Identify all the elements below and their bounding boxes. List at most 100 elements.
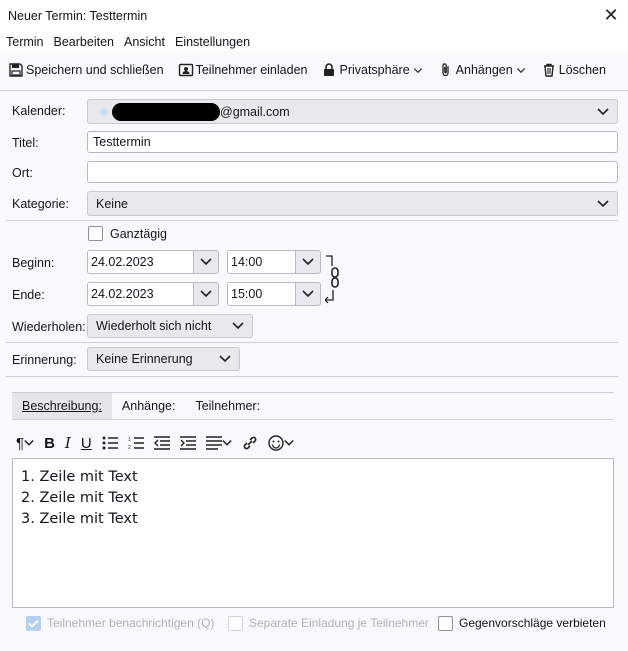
underline-icon[interactable]: U: [81, 435, 92, 452]
no-counter-checkbox[interactable]: [438, 615, 453, 631]
attach-button[interactable]: Anhängen: [438, 62, 527, 78]
trash-icon: [543, 63, 554, 77]
separate-label: Separate Einladung je Teilnehmer: [249, 616, 429, 630]
category-select[interactable]: Keine: [87, 191, 618, 216]
invite-attendees-label: Teilnehmer einladen: [195, 63, 308, 77]
calendar-value: @gmail.com: [220, 104, 290, 119]
title-bar: Neuer Termin: Testtermin ✕: [0, 0, 628, 32]
repeat-value: Wiederholt sich nicht: [96, 319, 212, 333]
delete-button[interactable]: Löschen: [541, 62, 606, 78]
end-date-picker[interactable]: 24.02.2023: [87, 282, 219, 306]
calendar-select[interactable]: @gmail.com: [87, 99, 618, 124]
divider: [6, 376, 618, 377]
category-label: Kategorie:: [12, 197, 69, 211]
link-icon[interactable]: [242, 435, 258, 451]
smiley-icon[interactable]: [267, 435, 294, 451]
calendar-dot-icon: [100, 107, 108, 116]
chevron-down-icon: [302, 258, 314, 266]
notify-attendees-option[interactable]: Teilnehmer benachrichtigen (Q): [26, 614, 214, 632]
separate-checkbox[interactable]: [228, 615, 243, 631]
end-time-picker[interactable]: 15:00: [227, 282, 321, 306]
repeat-label: Wiederholen:: [12, 320, 86, 334]
no-counter-proposals-option[interactable]: Gegenvorschläge verbieten: [438, 614, 606, 632]
notify-checkbox[interactable]: [26, 615, 41, 631]
start-date-picker[interactable]: 24.02.2023: [87, 250, 219, 274]
chevron-down-icon: [200, 290, 212, 298]
toolbar: Speichern und schließen Teilnehmer einla…: [0, 56, 628, 84]
align-icon[interactable]: [205, 436, 232, 450]
indent-icon[interactable]: [179, 436, 196, 450]
contact-card-icon: [178, 63, 193, 77]
chevron-down-icon: [597, 107, 609, 116]
numbered-list-icon[interactable]: 12: [128, 436, 144, 450]
redacted-block: [112, 102, 220, 121]
tab-description-label: Beschreibung:: [22, 399, 102, 413]
category-value: Keine: [96, 196, 128, 211]
chevron-down-icon: [200, 258, 212, 266]
menu-ansicht[interactable]: Ansicht: [124, 35, 165, 49]
end-label: Ende:: [12, 288, 45, 302]
tab-description[interactable]: Beschreibung:: [12, 393, 112, 419]
bold-icon[interactable]: B: [44, 435, 55, 452]
start-time-input[interactable]: 14:00: [227, 250, 295, 274]
location-label: Ort:: [12, 166, 33, 180]
divider: [6, 220, 618, 221]
title-input[interactable]: Testtermin: [87, 131, 618, 153]
allday-label: Ganztägig: [110, 227, 167, 241]
chain-link-icon[interactable]: [325, 254, 341, 304]
separate-invitation-option[interactable]: Separate Einladung je Teilnehmer: [228, 614, 429, 632]
allday-checkbox[interactable]: [88, 226, 103, 241]
close-icon[interactable]: ✕: [602, 6, 620, 24]
reminder-select[interactable]: Keine Erinnerung: [87, 347, 240, 371]
bullet-list-icon[interactable]: [102, 436, 118, 450]
location-input[interactable]: [87, 161, 618, 183]
menu-einstellungen[interactable]: Einstellungen: [175, 35, 250, 49]
menu-termin[interactable]: Termin: [6, 35, 44, 49]
menu-bearbeiten[interactable]: Bearbeiten: [54, 35, 114, 49]
privacy-label: Privatsphäre: [339, 63, 410, 77]
end-time-value: 15:00: [231, 287, 263, 301]
format-toolbar: ¶ B I U 12: [16, 432, 294, 454]
start-time-picker[interactable]: 14:00: [227, 250, 321, 274]
start-date-dropdown[interactable]: [193, 250, 219, 274]
editor-line: 3. Zeile mit Text: [21, 511, 138, 527]
start-time-dropdown[interactable]: [295, 250, 321, 274]
editor-line: 1. Zeile mit Text: [21, 469, 138, 485]
end-time-input[interactable]: 15:00: [227, 282, 295, 306]
repeat-select[interactable]: Wiederholt sich nicht: [87, 314, 253, 338]
outdent-icon[interactable]: [153, 436, 170, 450]
notify-label: Teilnehmer benachrichtigen (Q): [47, 616, 215, 630]
privacy-button[interactable]: Privatsphäre: [321, 62, 423, 78]
paragraph-format-icon[interactable]: ¶: [16, 435, 34, 452]
chevron-down-icon: [597, 199, 609, 208]
save-close-button[interactable]: Speichern und schließen: [8, 62, 164, 78]
end-date-input[interactable]: 24.02.2023: [87, 282, 193, 306]
chevron-down-icon: [516, 68, 525, 74]
end-date-dropdown[interactable]: [193, 282, 219, 306]
detail-tabs: Beschreibung: Anhänge: Teilnehmer:: [12, 392, 614, 420]
start-date-input[interactable]: 24.02.2023: [87, 250, 193, 274]
reminder-value: Keine Erinnerung: [96, 352, 193, 366]
italic-icon[interactable]: I: [65, 434, 71, 452]
end-time-dropdown[interactable]: [295, 282, 321, 306]
lock-icon: [324, 63, 335, 76]
title-input-value: Testtermin: [93, 135, 151, 149]
start-time-value: 14:00: [231, 255, 263, 269]
reminder-label: Erinnerung:: [12, 353, 77, 367]
save-icon: [9, 63, 23, 77]
chevron-down-icon: [413, 68, 422, 74]
start-label: Beginn:: [12, 256, 55, 270]
tab-attachments[interactable]: Anhänge:: [112, 393, 186, 419]
menu-bar: Termin Bearbeiten Ansicht Einstellungen: [0, 32, 628, 52]
start-date-value: 24.02.2023: [91, 255, 154, 269]
delete-label: Löschen: [558, 63, 606, 77]
tab-attendees[interactable]: Teilnehmer:: [185, 393, 270, 419]
tab-attachments-label: Anhänge:: [121, 399, 176, 413]
description-editor[interactable]: 1. Zeile mit Text 2. Zeile mit Text 3. Z…: [12, 458, 614, 608]
svg-text:1: 1: [128, 437, 131, 443]
svg-text:2: 2: [128, 445, 131, 450]
title-label: Titel:: [12, 136, 39, 150]
end-date-value: 24.02.2023: [91, 287, 154, 301]
calendar-label: Kalender:: [12, 104, 66, 118]
invite-attendees-button[interactable]: Teilnehmer einladen: [178, 62, 308, 78]
